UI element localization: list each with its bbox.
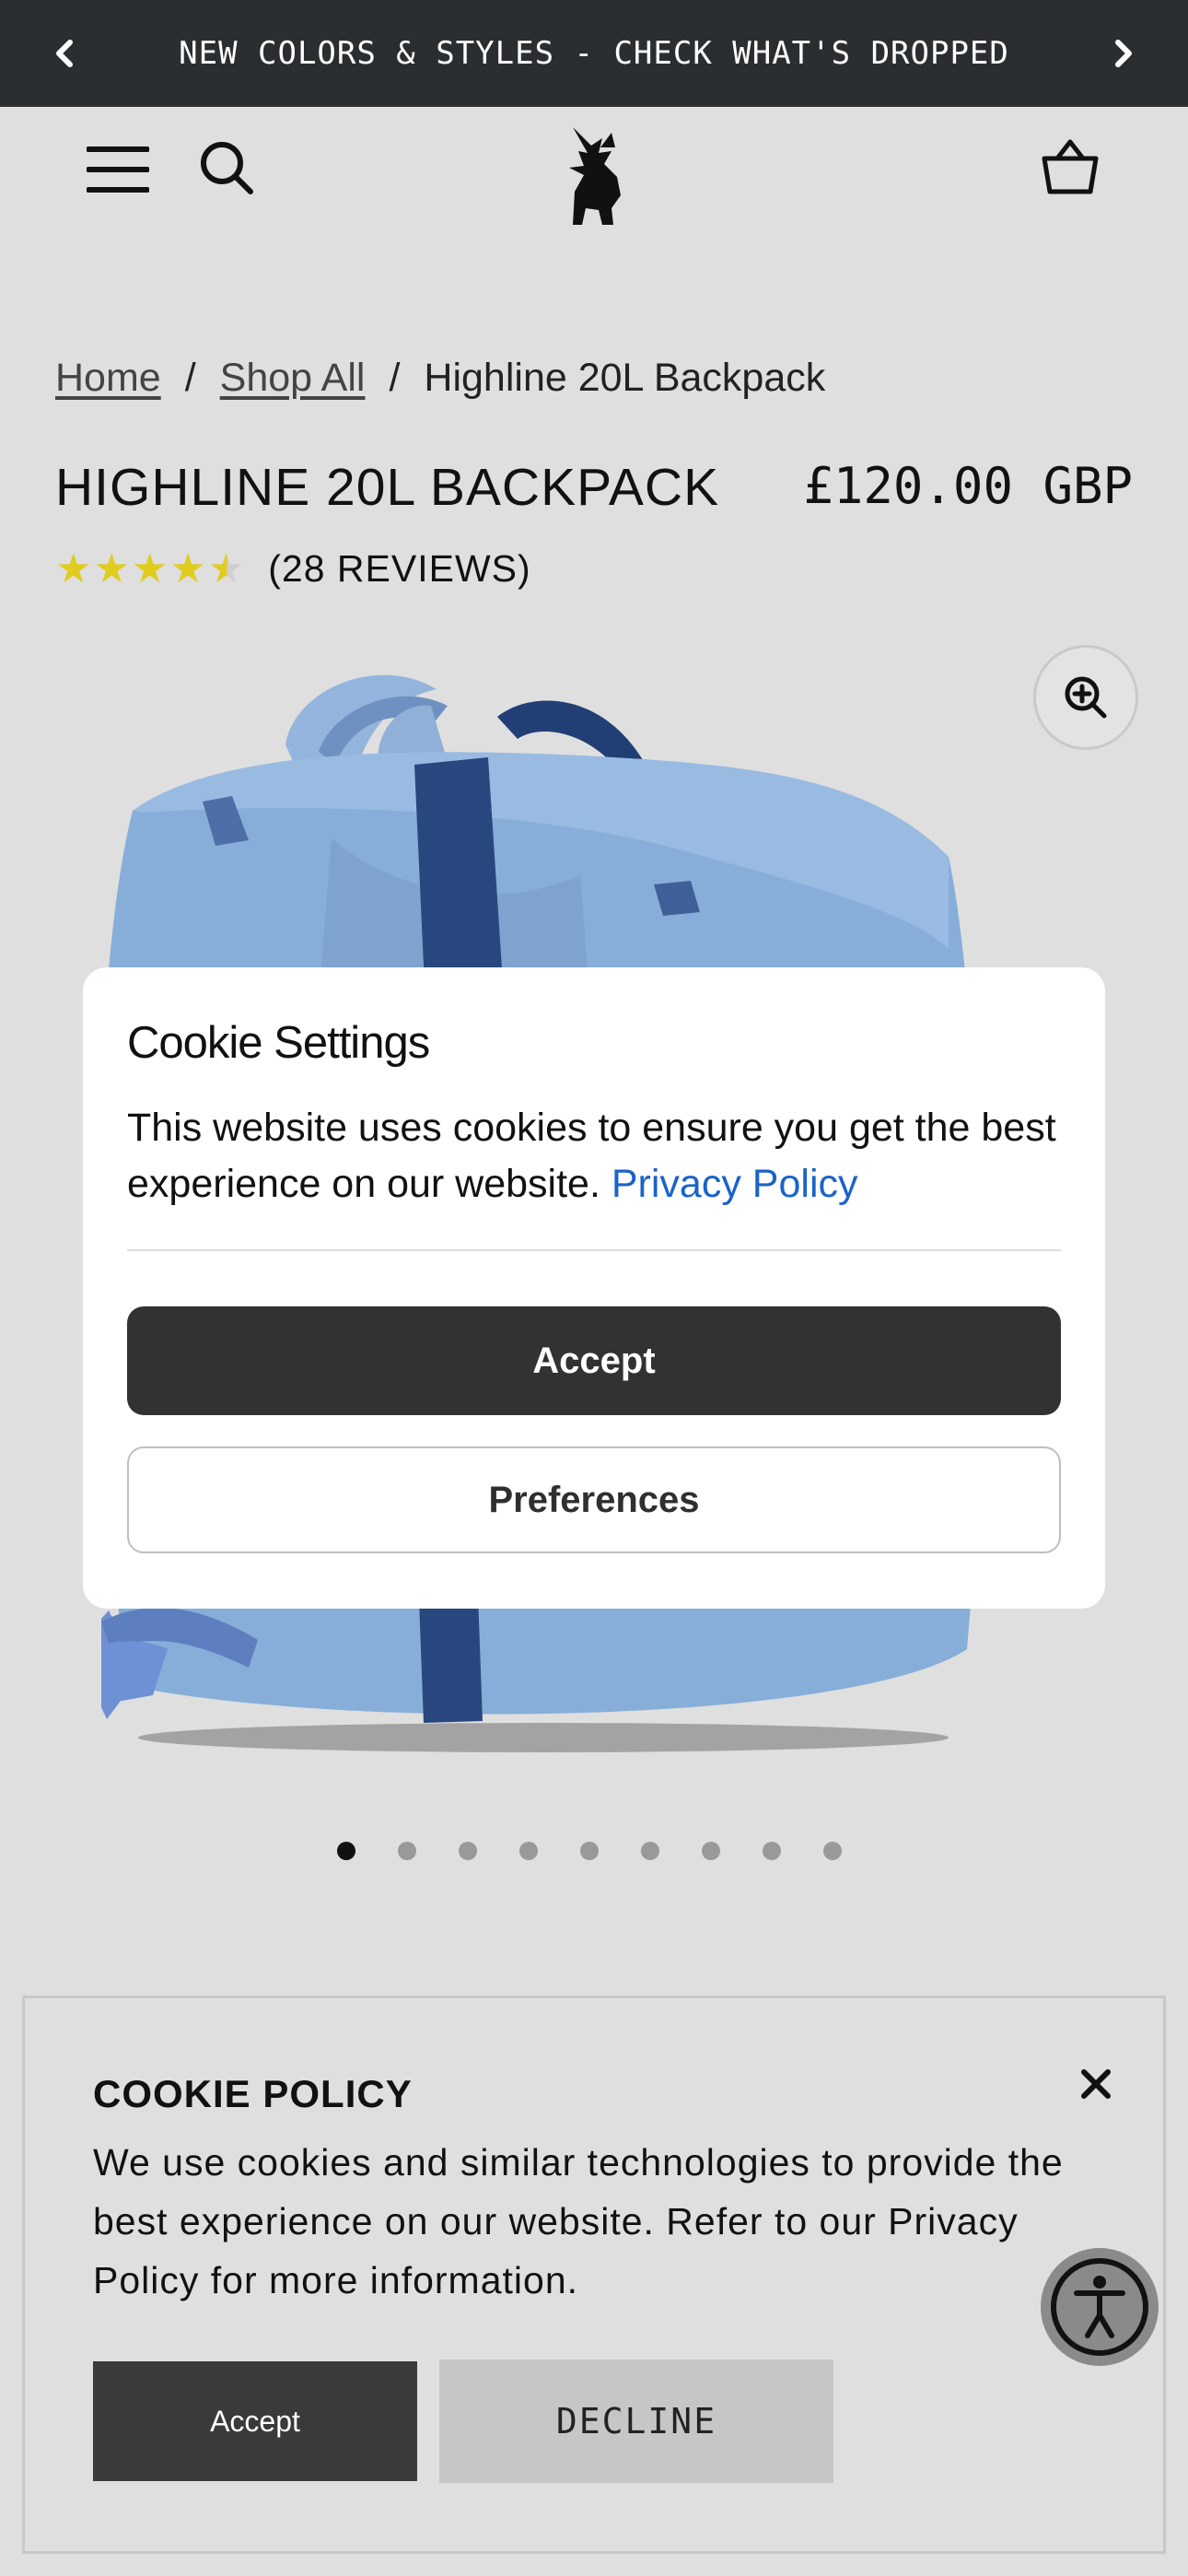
hamburger-icon[interactable] xyxy=(87,144,149,195)
accessibility-icon xyxy=(1051,2258,1148,2356)
breadcrumb: Home / Shop All / Highline 20L Backpack xyxy=(55,356,825,401)
announcement-text[interactable]: NEW COLORS & STYLES - CHECK WHAT'S DROPP… xyxy=(179,35,1009,72)
zoom-button[interactable] xyxy=(1033,645,1138,750)
carousel-dot[interactable] xyxy=(519,1842,538,1860)
breadcrumb-shop-all-link[interactable]: Shop All xyxy=(220,356,366,401)
star-icon: ★ xyxy=(169,545,208,592)
cookie-settings-body: This website uses cookies to ensure you … xyxy=(127,1106,1056,1206)
close-icon[interactable] xyxy=(1071,2059,1121,2109)
carousel-dot[interactable] xyxy=(641,1842,659,1860)
star-icon: ★ xyxy=(93,545,132,592)
product-title: HIGHLINE 20L BACKPACK xyxy=(55,458,720,517)
carousel-dot[interactable] xyxy=(763,1842,781,1860)
breadcrumb-current: Highline 20L Backpack xyxy=(424,356,826,400)
breadcrumb-home-link[interactable]: Home xyxy=(55,356,161,401)
star-half-icon: ★ xyxy=(207,545,247,592)
griffin-logo[interactable] xyxy=(556,122,630,230)
cookie-policy-decline-button[interactable]: DECLINE xyxy=(439,2359,833,2483)
carousel-dot[interactable] xyxy=(702,1842,720,1860)
chevron-left-icon[interactable] xyxy=(48,35,85,72)
carousel-dot[interactable] xyxy=(459,1842,477,1860)
carousel-dot[interactable] xyxy=(398,1842,416,1860)
accept-button[interactable]: Accept xyxy=(127,1306,1061,1415)
cookie-settings-text: This website uses cookies to ensure you … xyxy=(127,1100,1061,1212)
cookie-settings-modal: Cookie Settings This website uses cookie… xyxy=(83,967,1105,1609)
announcement-bar: NEW COLORS & STYLES - CHECK WHAT'S DROPP… xyxy=(0,0,1188,107)
search-icon[interactable] xyxy=(197,138,256,197)
cookie-policy-accept-button[interactable]: Accept xyxy=(93,2361,417,2481)
rating-summary[interactable]: ★★★★★ (28 REVIEWS) xyxy=(55,545,531,592)
breadcrumb-separator: / xyxy=(389,356,401,400)
zoom-in-icon xyxy=(1065,676,1107,719)
chevron-right-icon[interactable] xyxy=(1103,35,1140,72)
breadcrumb-separator: / xyxy=(184,356,196,400)
cookie-policy-body: We use cookies and similar technologies … xyxy=(93,2141,1064,2301)
carousel-dot[interactable] xyxy=(337,1842,355,1860)
site-header xyxy=(0,107,1188,245)
product-price: £120.00 GBP xyxy=(803,457,1133,515)
cart-icon[interactable] xyxy=(1039,136,1101,199)
star-icon: ★ xyxy=(131,545,170,592)
preferences-button[interactable]: Preferences xyxy=(127,1446,1061,1553)
carousel-dot[interactable] xyxy=(823,1842,842,1860)
accessibility-button[interactable] xyxy=(1041,2248,1159,2366)
privacy-policy-link[interactable]: Privacy Policy xyxy=(611,1162,858,1206)
reviews-count[interactable]: (28 REVIEWS) xyxy=(268,547,530,591)
carousel-dot[interactable] xyxy=(580,1842,599,1860)
divider xyxy=(127,1249,1061,1251)
cookie-policy-banner: COOKIE POLICY We use cookies and similar… xyxy=(22,1996,1166,2554)
star-icon: ★ xyxy=(55,545,94,592)
cookie-policy-title: COOKIE POLICY xyxy=(93,2072,413,2115)
carousel-pagination xyxy=(337,1842,842,1860)
star-rating: ★★★★★ xyxy=(55,545,246,592)
cookie-settings-title: Cookie Settings xyxy=(127,1018,430,1068)
